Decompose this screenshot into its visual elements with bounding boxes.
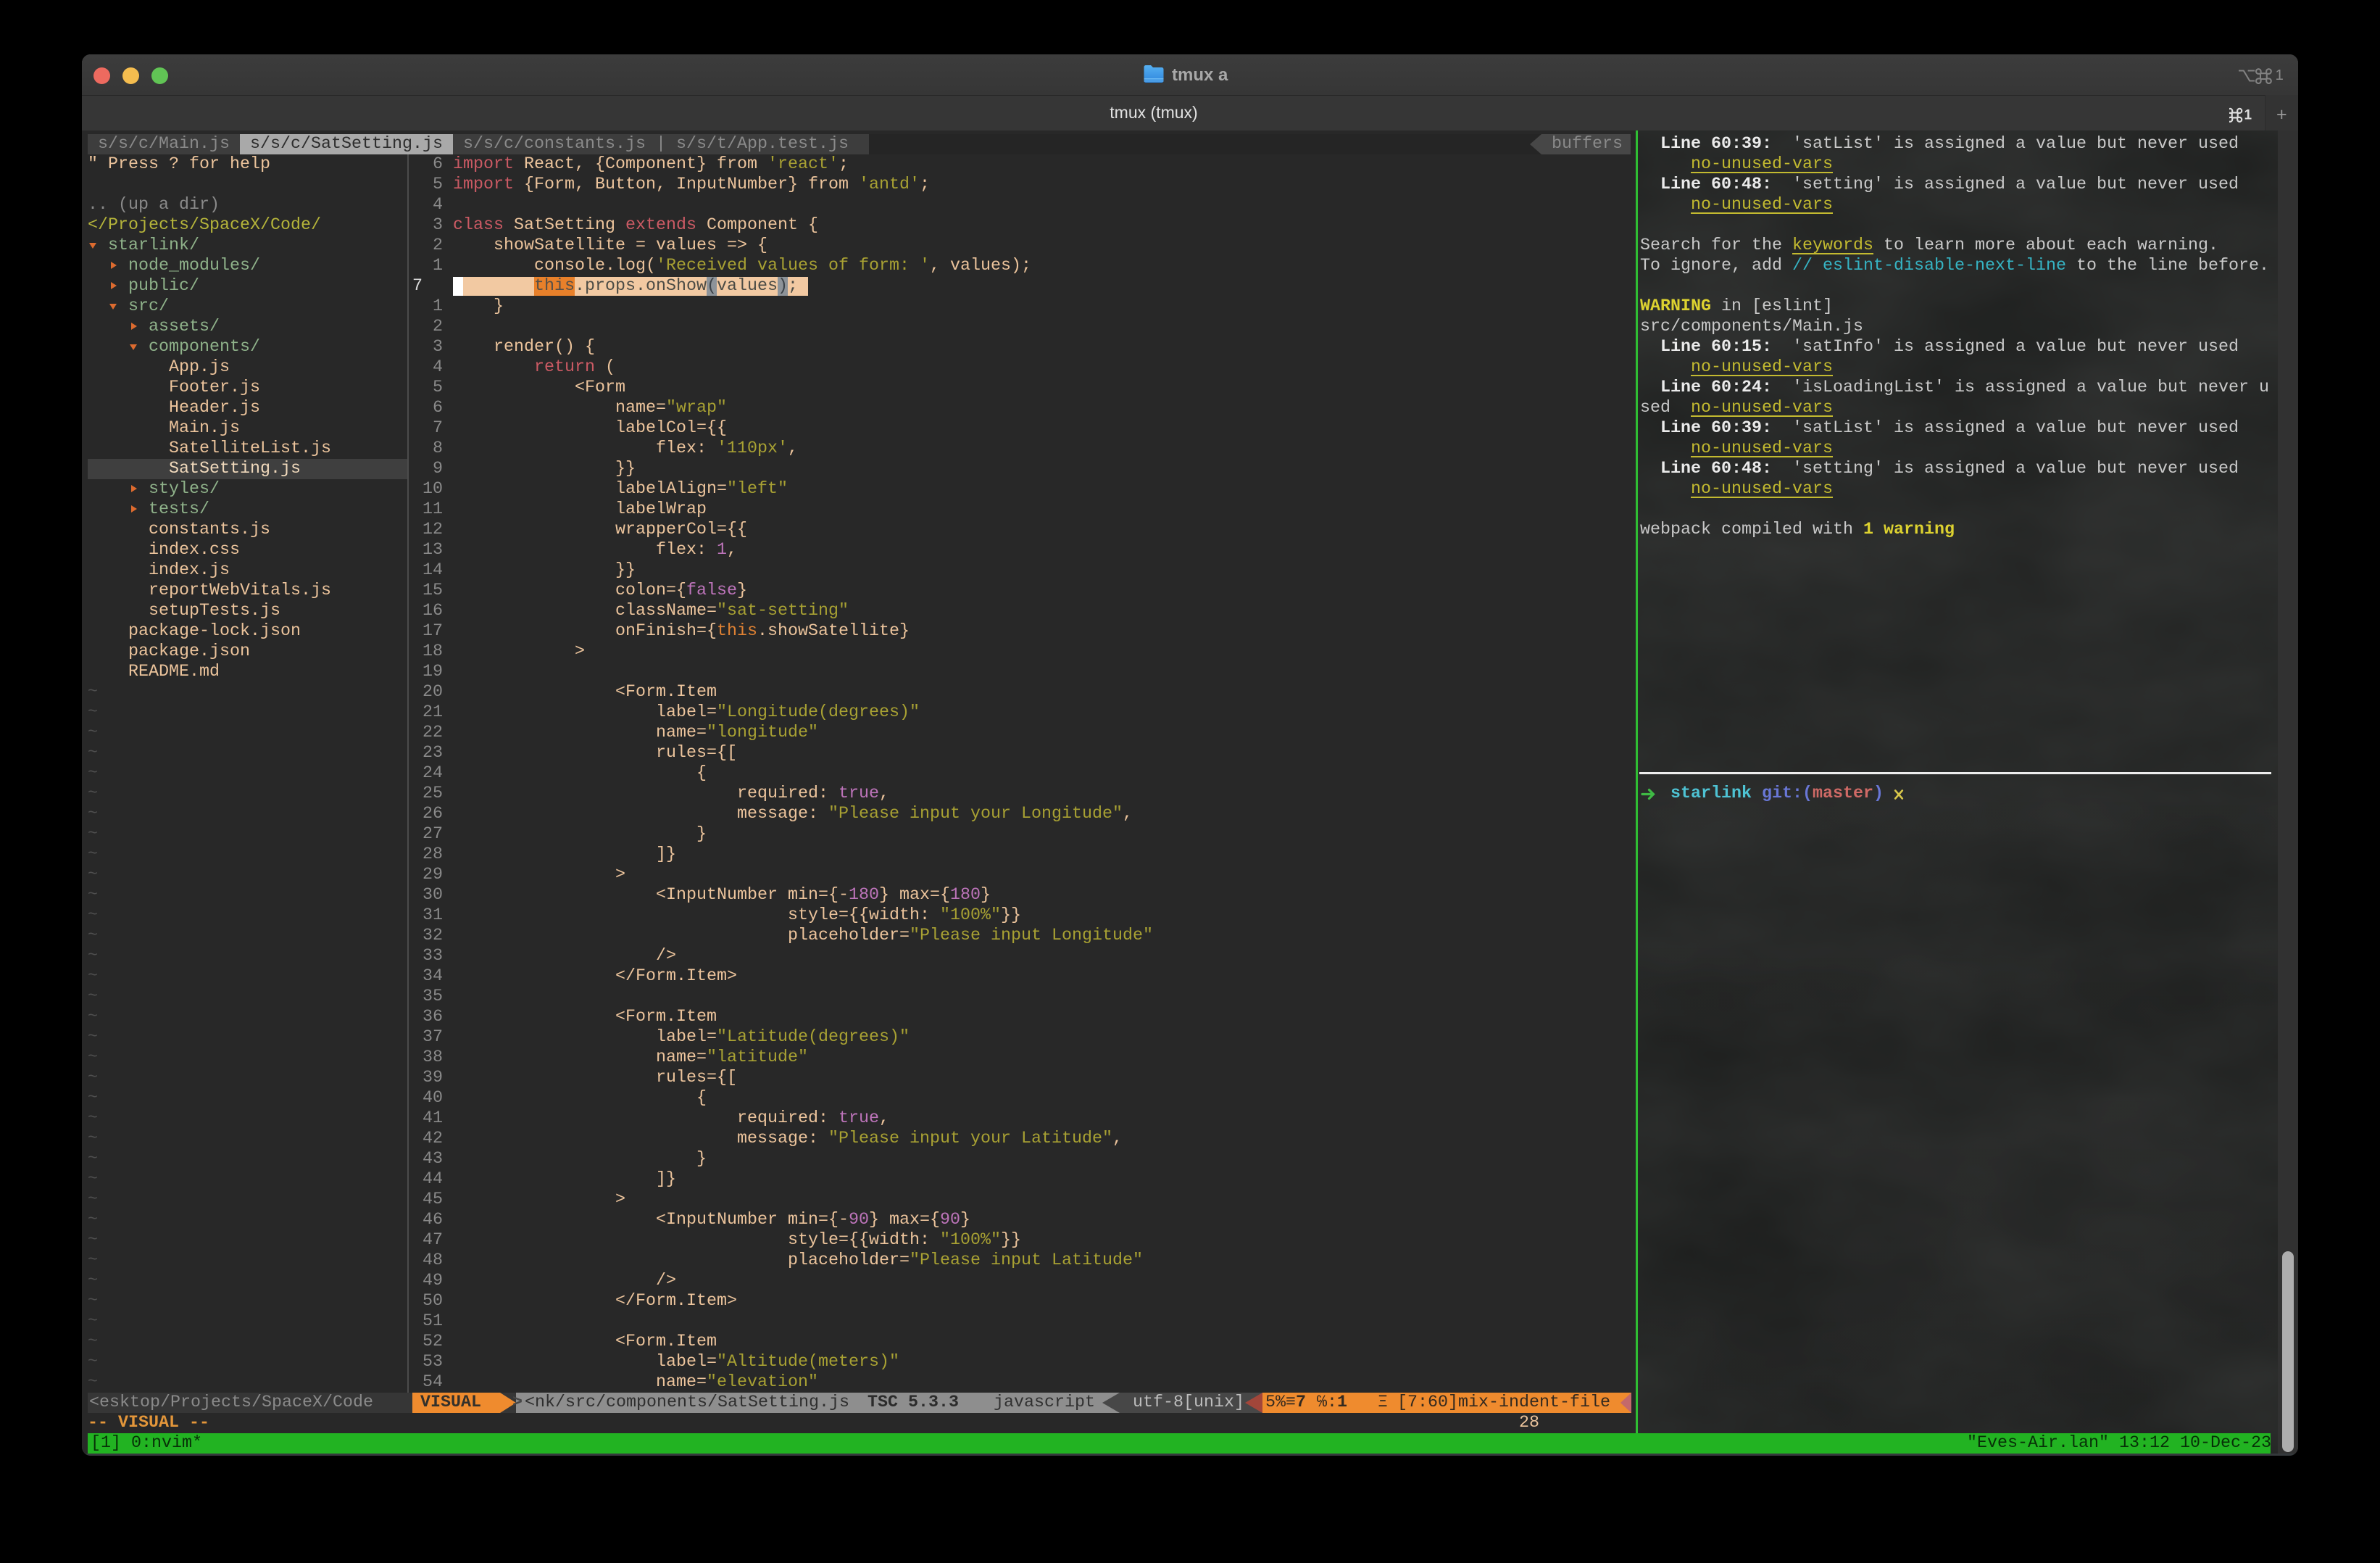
svg-text:1: 1: [2244, 108, 2252, 123]
svg-text:1: 1: [2276, 67, 2284, 83]
